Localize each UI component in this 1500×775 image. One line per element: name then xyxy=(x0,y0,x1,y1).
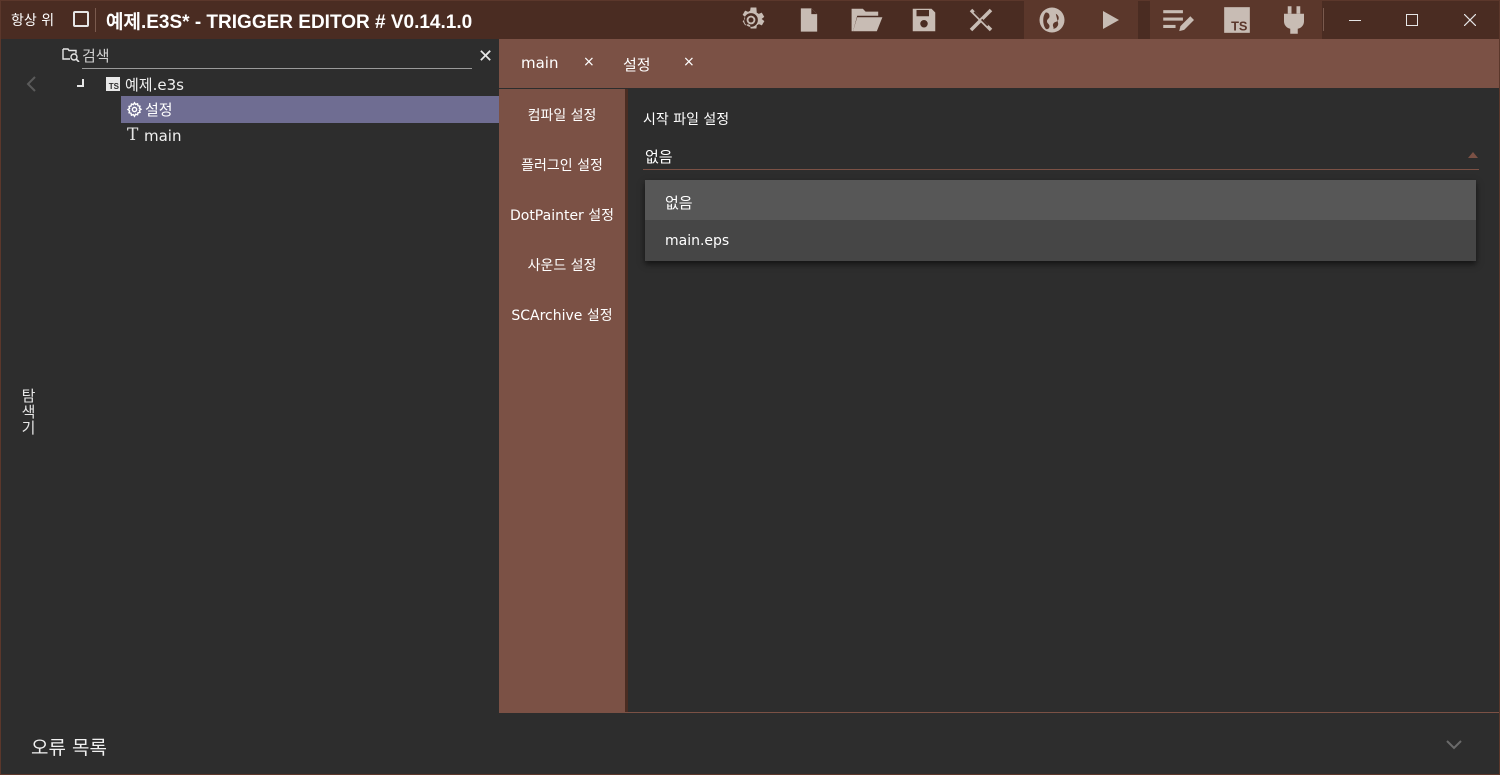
settings-nav xyxy=(499,89,625,713)
nav-item-compile[interactable]: 컴파일 설정 xyxy=(499,105,625,125)
settings-button[interactable] xyxy=(723,0,779,39)
error-list-panel xyxy=(0,713,1500,775)
start-file-label: 시작 파일 설정 xyxy=(643,112,730,128)
error-list-title: 오류 목록 xyxy=(31,737,107,759)
tree-item-settings-row[interactable] xyxy=(121,96,499,123)
play-icon xyxy=(1103,10,1119,29)
clear-search-button[interactable]: ✕ xyxy=(478,46,493,67)
close-window-button[interactable] xyxy=(1442,0,1498,39)
nav-item-plugin[interactable]: 플러그인 설정 xyxy=(499,155,625,175)
tree-item-project-file[interactable]: 예제.e3s xyxy=(125,74,184,95)
combobox-value: 없음 xyxy=(645,148,673,166)
tools-icon xyxy=(969,8,993,31)
new-file-icon xyxy=(800,7,818,32)
collapse-panel-chevron-icon[interactable] xyxy=(24,74,38,98)
plug-icon xyxy=(1283,5,1305,34)
dropdown-arrow-icon[interactable] xyxy=(1468,152,1478,158)
maximize-icon xyxy=(1406,13,1418,26)
window-controls-separator xyxy=(1323,8,1324,31)
maximize-button[interactable] xyxy=(1384,0,1440,39)
new-file-button[interactable] xyxy=(781,0,837,39)
tree-expander-icon[interactable] xyxy=(76,76,86,92)
save-button[interactable] xyxy=(896,0,952,39)
tree-item-main[interactable]: main xyxy=(144,127,181,145)
plugin-button[interactable] xyxy=(1266,0,1322,39)
close-icon xyxy=(1464,13,1476,26)
nav-item-scarchive[interactable]: SCArchive 설정 xyxy=(499,305,625,325)
search-input[interactable] xyxy=(82,44,472,69)
tree-item-settings-label: 설정 xyxy=(145,101,173,119)
dropdown-option-label: main.eps xyxy=(665,233,730,249)
app-title: 예제.E3S* - TRIGGER EDITOR # V0.14.1.0 xyxy=(106,12,473,33)
save-icon xyxy=(912,8,936,31)
edit-list-icon xyxy=(1163,9,1194,31)
title-separator xyxy=(95,8,96,32)
open-folder-icon xyxy=(851,8,883,31)
folder-search-icon xyxy=(62,47,80,66)
globe-icon xyxy=(1039,7,1065,32)
tab-main-close-button[interactable]: × xyxy=(583,54,595,70)
dropdown-option[interactable] xyxy=(645,180,1476,220)
svg-text:TS: TS xyxy=(1231,18,1248,33)
tab-settings-close-button[interactable]: × xyxy=(683,54,695,70)
nav-item-dotpainter[interactable]: DotPainter 설정 xyxy=(499,205,625,225)
dropdown-option[interactable] xyxy=(645,220,1476,261)
typescript-file-icon: TS xyxy=(106,77,120,91)
typescript-button[interactable]: TS xyxy=(1209,0,1265,39)
start-file-combobox[interactable] xyxy=(643,143,1479,170)
gear-icon xyxy=(126,101,143,122)
minimize-icon xyxy=(1349,19,1361,21)
gear-icon xyxy=(742,7,765,28)
text-file-icon: T xyxy=(127,125,139,145)
nav-item-sound[interactable]: 사운드 설정 xyxy=(499,255,625,275)
always-on-top-checkbox[interactable] xyxy=(73,11,89,27)
open-folder-button[interactable] xyxy=(839,0,895,39)
tools-button[interactable] xyxy=(953,0,1009,39)
run-button[interactable] xyxy=(1082,0,1138,39)
explorer-panel xyxy=(0,39,499,713)
tab-main[interactable]: main xyxy=(521,54,558,72)
typescript-icon: TS xyxy=(1224,6,1250,33)
always-on-top-label: 항상 위 xyxy=(11,13,55,29)
minimize-button[interactable] xyxy=(1327,0,1383,39)
tab-settings[interactable]: 설정 xyxy=(623,54,651,75)
chevron-down-icon[interactable] xyxy=(1446,738,1462,754)
web-button[interactable] xyxy=(1024,0,1080,39)
edit-list-button[interactable] xyxy=(1150,0,1206,39)
dropdown-option-label: 없음 xyxy=(665,194,693,212)
explorer-side-tab[interactable]: 탐색기 xyxy=(18,388,39,436)
